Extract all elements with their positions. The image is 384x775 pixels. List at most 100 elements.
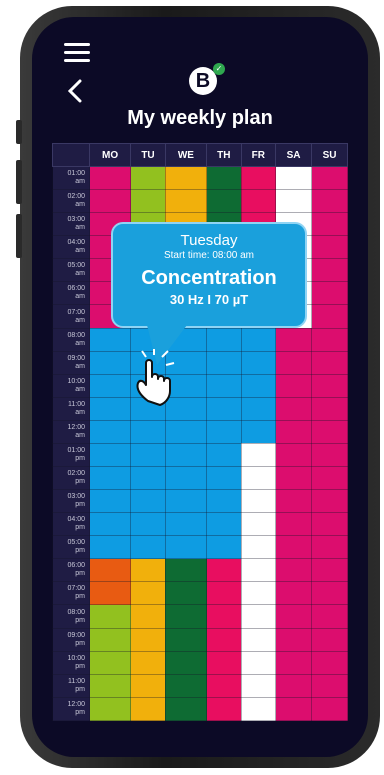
schedule-cell[interactable] xyxy=(275,627,313,652)
schedule-cell[interactable] xyxy=(311,189,348,214)
schedule-cell[interactable] xyxy=(206,627,242,652)
schedule-cell[interactable] xyxy=(206,165,242,191)
schedule-cell[interactable] xyxy=(240,512,277,537)
schedule-cell[interactable] xyxy=(311,235,348,260)
schedule-cell[interactable] xyxy=(130,673,166,698)
schedule-cell[interactable] xyxy=(275,396,313,421)
schedule-cell[interactable] xyxy=(240,350,277,375)
schedule-cell[interactable] xyxy=(240,581,277,606)
schedule-cell[interactable] xyxy=(275,489,313,514)
schedule-cell[interactable] xyxy=(240,673,277,698)
schedule-cell[interactable] xyxy=(240,535,277,560)
schedule-cell[interactable] xyxy=(275,535,313,560)
schedule-cell[interactable] xyxy=(311,604,348,629)
schedule-cell[interactable] xyxy=(164,673,208,698)
schedule-cell[interactable] xyxy=(206,396,242,421)
schedule-cell[interactable] xyxy=(275,696,313,722)
schedule-cell[interactable] xyxy=(311,258,348,283)
schedule-cell[interactable] xyxy=(206,604,242,629)
schedule-cell[interactable] xyxy=(88,419,132,444)
schedule-cell[interactable] xyxy=(240,558,277,583)
schedule-cell[interactable] xyxy=(206,558,242,583)
schedule-cell[interactable] xyxy=(88,489,132,514)
schedule-cell[interactable] xyxy=(311,696,348,722)
schedule-cell[interactable] xyxy=(164,512,208,537)
schedule-cell[interactable] xyxy=(311,304,348,329)
schedule-cell[interactable] xyxy=(130,581,166,606)
schedule-cell[interactable] xyxy=(275,373,313,398)
schedule-cell[interactable] xyxy=(275,327,313,352)
schedule-cell[interactable] xyxy=(311,558,348,583)
session-popup[interactable]: Tuesday Start time: 08:00 am Concentrati… xyxy=(111,222,307,328)
schedule-cell[interactable] xyxy=(130,466,166,491)
schedule-cell[interactable] xyxy=(311,512,348,537)
schedule-cell[interactable] xyxy=(164,535,208,560)
schedule-cell[interactable] xyxy=(206,350,242,375)
schedule-cell[interactable] xyxy=(164,489,208,514)
schedule-cell[interactable] xyxy=(88,165,132,191)
schedule-cell[interactable] xyxy=(88,696,132,722)
schedule-cell[interactable] xyxy=(240,604,277,629)
schedule-cell[interactable] xyxy=(311,442,348,468)
schedule-cell[interactable] xyxy=(88,189,132,214)
schedule-cell[interactable] xyxy=(275,419,313,444)
schedule-cell[interactable] xyxy=(130,419,166,444)
schedule-cell[interactable] xyxy=(240,489,277,514)
schedule-cell[interactable] xyxy=(164,604,208,629)
schedule-cell[interactable] xyxy=(88,604,132,629)
schedule-cell[interactable] xyxy=(206,696,242,722)
schedule-cell[interactable] xyxy=(311,466,348,491)
back-arrow-icon[interactable] xyxy=(64,79,86,103)
schedule-cell[interactable] xyxy=(88,650,132,675)
schedule-cell[interactable] xyxy=(88,396,132,421)
schedule-cell[interactable] xyxy=(311,327,348,352)
schedule-cell[interactable] xyxy=(311,281,348,306)
schedule-cell[interactable] xyxy=(240,442,277,468)
schedule-cell[interactable] xyxy=(164,627,208,652)
schedule-cell[interactable] xyxy=(130,512,166,537)
schedule-cell[interactable] xyxy=(88,627,132,652)
schedule-cell[interactable] xyxy=(206,581,242,606)
schedule-cell[interactable] xyxy=(275,189,313,214)
schedule-cell[interactable] xyxy=(275,558,313,583)
schedule-cell[interactable] xyxy=(164,466,208,491)
schedule-cell[interactable] xyxy=(240,396,277,421)
schedule-cell[interactable] xyxy=(240,165,277,191)
schedule-cell[interactable] xyxy=(275,512,313,537)
schedule-cell[interactable] xyxy=(275,442,313,468)
schedule-cell[interactable] xyxy=(311,535,348,560)
schedule-cell[interactable] xyxy=(206,189,242,214)
schedule-cell[interactable] xyxy=(130,535,166,560)
schedule-cell[interactable] xyxy=(311,396,348,421)
schedule-cell[interactable] xyxy=(88,512,132,537)
schedule-cell[interactable] xyxy=(164,442,208,468)
schedule-cell[interactable] xyxy=(275,165,313,191)
schedule-cell[interactable] xyxy=(164,581,208,606)
schedule-cell[interactable] xyxy=(206,466,242,491)
schedule-cell[interactable] xyxy=(164,558,208,583)
schedule-cell[interactable] xyxy=(88,558,132,583)
hamburger-menu-icon[interactable] xyxy=(64,43,90,62)
schedule-cell[interactable] xyxy=(311,419,348,444)
schedule-cell[interactable] xyxy=(164,650,208,675)
schedule-cell[interactable] xyxy=(88,350,132,375)
schedule-cell[interactable] xyxy=(311,165,348,191)
schedule-cell[interactable] xyxy=(275,581,313,606)
schedule-cell[interactable] xyxy=(240,327,277,352)
schedule-cell[interactable] xyxy=(88,535,132,560)
schedule-cell[interactable] xyxy=(240,650,277,675)
schedule-cell[interactable] xyxy=(311,212,348,237)
schedule-cell[interactable] xyxy=(275,673,313,698)
schedule-cell[interactable] xyxy=(240,696,277,722)
schedule-cell[interactable] xyxy=(311,373,348,398)
schedule-cell[interactable] xyxy=(240,466,277,491)
schedule-cell[interactable] xyxy=(311,489,348,514)
schedule-cell[interactable] xyxy=(130,558,166,583)
schedule-cell[interactable] xyxy=(164,419,208,444)
schedule-cell[interactable] xyxy=(130,650,166,675)
schedule-cell[interactable] xyxy=(275,650,313,675)
schedule-cell[interactable] xyxy=(206,373,242,398)
schedule-cell[interactable] xyxy=(206,442,242,468)
schedule-cell[interactable] xyxy=(206,327,242,352)
schedule-cell[interactable] xyxy=(275,350,313,375)
